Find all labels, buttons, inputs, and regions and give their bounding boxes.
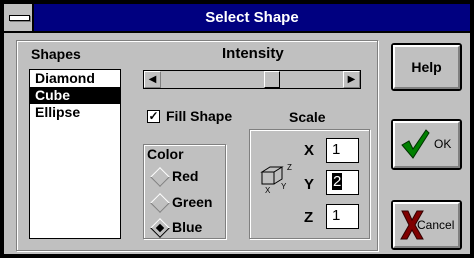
system-menu-button[interactable] [4,4,34,31]
scale-z-value: 1 [332,207,341,224]
help-button-label: Help [411,59,442,75]
ok-button[interactable]: OK [391,119,462,170]
list-item-ellipse[interactable]: Ellipse [30,104,120,121]
ok-button-label: OK [434,137,452,151]
window-title: Select Shape [205,9,299,26]
fill-shape-label: Fill Shape [166,108,233,124]
check-mark-icon: ✓ [148,109,159,123]
radio-blue-label: Blue [172,219,203,235]
select-shape-dialog: Select Shape Shapes Diamond Cube Ellipse… [0,0,474,258]
scale-y-label: Y [304,176,315,193]
cancel-button-label: Cancel [417,218,455,232]
fill-shape-checkbox[interactable]: ✓ [147,110,160,123]
help-button[interactable]: Help [391,43,462,91]
scale-y-value: 2 [332,173,343,190]
scale-x-input[interactable]: 1 [326,138,359,163]
list-item-diamond[interactable]: Diamond [30,70,120,87]
radio-selected-dot [155,223,165,233]
list-item-cube[interactable]: Cube [30,87,120,104]
system-menu-icon [9,15,30,21]
scale-x-label: X [304,142,315,159]
shapes-label: Shapes [31,46,81,62]
cancel-button[interactable]: Cancel [391,200,462,250]
shapes-listbox[interactable]: Diamond Cube Ellipse [29,69,121,239]
axis-y-label: Y [281,182,287,191]
scale-x-value: 1 [332,141,341,158]
arrow-left-icon: ◀ [148,74,157,85]
scale-y-input[interactable]: 2 [326,170,359,195]
arrow-right-icon: ▶ [347,74,356,85]
scroll-left-button[interactable]: ◀ [144,71,161,88]
scroll-right-button[interactable]: ▶ [343,71,360,88]
axis-cube-icon: Z X Y [258,163,298,198]
scale-z-input[interactable]: 1 [326,204,359,229]
intensity-thumb[interactable] [264,71,280,88]
intensity-scrollbar[interactable]: ◀ ▶ [143,70,361,89]
axis-z-label: Z [287,163,292,172]
axis-x-label: X [265,186,271,195]
scale-z-label: Z [304,209,314,226]
ok-check-icon [401,129,430,159]
radio-red-label: Red [172,168,199,184]
scale-label: Scale [289,109,326,125]
intensity-label: Intensity [222,45,284,62]
title-bar: Select Shape [4,4,470,33]
color-label: Color [147,146,184,162]
radio-green-label: Green [172,194,213,210]
